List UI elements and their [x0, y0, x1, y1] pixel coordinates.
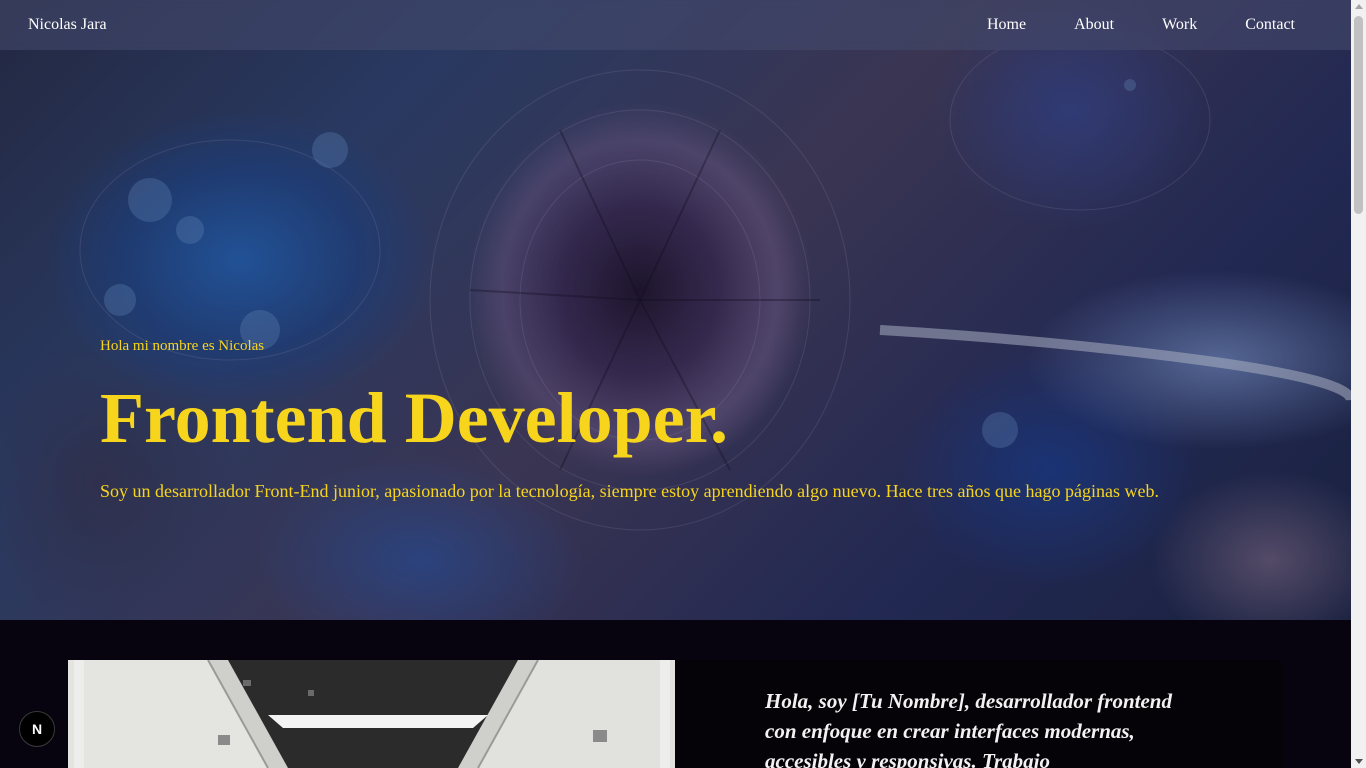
- hero-description: Soy un desarrollador Front-End junior, a…: [100, 481, 1159, 501]
- hero-section: Hola mi nombre es Nicolas Frontend Devel…: [0, 0, 1351, 620]
- page-scrollbar[interactable]: [1351, 0, 1366, 768]
- about-text: Hola, soy [Tu Nombre], desarrollador fro…: [765, 689, 1172, 768]
- top-navbar: Nicolas Jara Home About Work Contact: [0, 0, 1351, 50]
- nav-link-work[interactable]: Work: [1162, 15, 1197, 35]
- nav-link-about[interactable]: About: [1074, 15, 1114, 35]
- scroll-up-icon[interactable]: [1355, 4, 1363, 9]
- nextjs-dev-indicator[interactable]: N: [19, 711, 55, 747]
- scrollbar-thumb[interactable]: [1354, 16, 1363, 214]
- nav-links: Home About Work Contact: [987, 15, 1295, 35]
- about-photo: [68, 660, 675, 768]
- nav-link-contact[interactable]: Contact: [1245, 15, 1295, 35]
- nav-link-home[interactable]: Home: [987, 15, 1026, 35]
- hero-title: Frontend Developer.: [100, 378, 728, 458]
- scroll-down-icon[interactable]: [1355, 759, 1363, 764]
- about-card: Hola, soy [Tu Nombre], desarrollador fro…: [675, 660, 1281, 768]
- corridor-image: [68, 660, 675, 768]
- about-section: Hola, soy [Tu Nombre], desarrollador fro…: [0, 620, 1351, 768]
- hero-greeting: Hola mi nombre es Nicolas: [100, 338, 265, 354]
- page: Hola mi nombre es Nicolas Frontend Devel…: [0, 0, 1351, 768]
- hero-overlay: [0, 0, 1351, 620]
- brand-link[interactable]: Nicolas Jara: [28, 15, 107, 35]
